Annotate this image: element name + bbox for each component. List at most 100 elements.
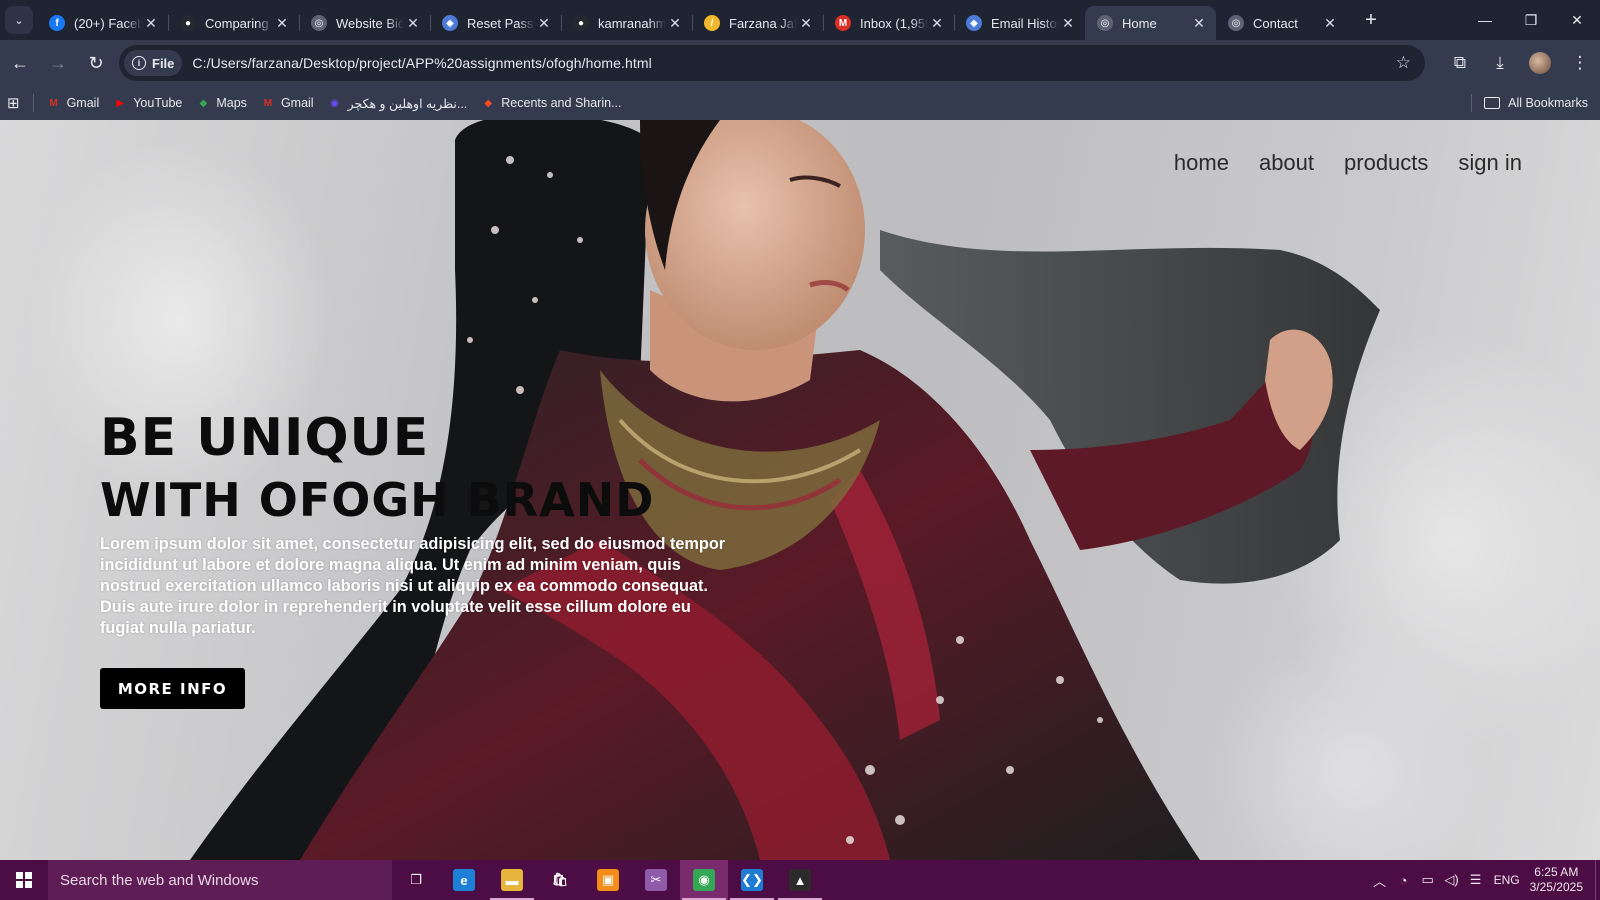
nav-sign-in-link[interactable]: sign in [1458, 150, 1522, 176]
tab-strip: ⌄ f(20+) Facebook✕●Comparing✕◎Website Bi… [0, 0, 1600, 40]
bookmark-label: نظریه اوهلین و هکچر... [347, 96, 468, 111]
restore-button[interactable]: ❐ [1508, 0, 1554, 40]
browser-tab[interactable]: M Inbox (1,959)✕ [823, 6, 954, 40]
download-icon[interactable]: ⤓ [1480, 45, 1520, 81]
forward-arrow-icon: → [49, 52, 67, 73]
language-indicator[interactable]: ENG [1494, 873, 1520, 887]
tab-title: Inbox (1,959) [860, 15, 928, 31]
close-window-button[interactable]: ✕ [1554, 0, 1600, 40]
folder-icon: ▬ [501, 869, 523, 891]
apps-grid-button[interactable]: ⊞ [0, 89, 27, 117]
github-icon: ● [573, 15, 589, 31]
clock[interactable]: 6:25 AM 3/25/2025 [1530, 865, 1583, 895]
nav-products-link[interactable]: products [1344, 150, 1428, 176]
chevron-up-icon[interactable]: ︿ [1368, 871, 1392, 890]
menu-kebab-icon[interactable]: ⋮ [1560, 45, 1600, 81]
bookmark-item[interactable]: M Gmail [254, 89, 321, 117]
battery-icon[interactable]: ▭ [1416, 872, 1440, 888]
notifications-icon[interactable]: ☰ [1464, 872, 1488, 888]
browser-tab[interactable]: ● kamranahmad✕ [561, 6, 692, 40]
browser-tab[interactable]: ◎ Contact ✕ [1216, 6, 1347, 40]
info-icon: i [132, 56, 146, 70]
window-controls: — ❐ ✕ [1462, 0, 1600, 40]
back-button[interactable]: ← [2, 45, 38, 81]
all-bookmarks-label: All Bookmarks [1508, 96, 1588, 110]
taskbar-app-store[interactable]: 🛍 [536, 860, 584, 900]
address-bar[interactable]: i File C:/Users/farzana/Desktop/project/… [119, 45, 1425, 81]
close-icon[interactable]: ✕ [535, 15, 553, 32]
all-bookmarks-button[interactable]: All Bookmarks [1471, 94, 1588, 112]
volume-icon[interactable]: ◁) [1440, 872, 1464, 888]
bookmark-item[interactable]: M Gmail [40, 89, 107, 117]
close-icon[interactable]: ✕ [797, 15, 815, 32]
edge-icon: e [453, 869, 475, 891]
taskbar-app-file-explorer[interactable]: ▬ [488, 860, 536, 900]
new-tab-button[interactable]: + [1357, 6, 1385, 34]
nav-about-link[interactable]: about [1259, 150, 1314, 176]
close-icon[interactable]: ✕ [404, 15, 422, 32]
store-icon: 🛍 [549, 869, 571, 891]
browser-tab[interactable]: / Farzana Jafari✕ [692, 6, 823, 40]
show-desktop-button[interactable] [1595, 860, 1600, 900]
youtube-icon: ▶ [116, 97, 125, 109]
gmail-icon: M [263, 97, 273, 109]
taskbar-search-box[interactable]: Search the web and Windows [48, 860, 392, 900]
maps-icon: ◆ [199, 97, 208, 109]
close-icon[interactable]: ✕ [928, 15, 946, 32]
browser-tab[interactable]: ◎ Home ✕ [1085, 6, 1216, 40]
vscode-icon: ❮❯ [741, 869, 763, 891]
chevron-down-icon: ⌄ [14, 14, 24, 27]
bookmarks-divider [32, 94, 34, 112]
browser-tab[interactable]: ◆ Reset Password✕ [430, 6, 561, 40]
bookmark-item[interactable]: ▶ YouTube [106, 89, 189, 117]
forward-button[interactable]: → [40, 45, 76, 81]
page-viewport: home about products sign in BE UNIQUE WI… [0, 120, 1600, 860]
taskbar-app-vscode[interactable]: ❮❯ [728, 860, 776, 900]
profile-button[interactable] [1520, 45, 1560, 81]
bookmark-item[interactable]: ◉ نظریه اوهلین و هکچر... [321, 89, 475, 117]
bookmark-label: Gmail [280, 96, 314, 110]
taskbar-app-task-view[interactable]: ❐ [392, 860, 440, 900]
orange-app-icon: ▣ [597, 869, 619, 891]
bookmark-item[interactable]: ◆ Maps [189, 89, 254, 117]
more-info-button[interactable]: MORE INFO [100, 668, 245, 709]
folder-icon [1484, 97, 1501, 109]
taskbar-app-snipping[interactable]: ✂ [632, 860, 680, 900]
browser-tab[interactable]: f (20+) Facebook✕ [37, 6, 168, 40]
toolbar-actions: ⧉ ⤓ ⋮ [1440, 40, 1600, 86]
tab-search-button[interactable]: ⌄ [5, 6, 33, 34]
bookmark-item[interactable]: ◆ Recents and Sharin... [474, 89, 628, 117]
taskbar-app-edge[interactable]: e [440, 860, 488, 900]
bookmark-star-icon[interactable]: ☆ [1396, 53, 1411, 73]
extensions-icon[interactable]: ⧉ [1440, 45, 1480, 81]
tab-title: Reset Password [467, 15, 535, 31]
close-icon[interactable]: ✕ [273, 15, 291, 32]
wifi-icon[interactable]: ◔ [1392, 873, 1416, 888]
close-icon[interactable]: ✕ [142, 15, 160, 32]
close-icon[interactable]: ✕ [1059, 15, 1077, 32]
apps-grid-icon: ⊞ [7, 95, 20, 112]
site-info-chip[interactable]: i File [124, 50, 183, 76]
close-icon[interactable]: ✕ [1321, 15, 1339, 32]
minimize-button[interactable]: — [1462, 0, 1508, 40]
facebook-icon: f [49, 15, 65, 31]
bookmark-label: Maps [216, 96, 247, 110]
start-button[interactable] [0, 860, 48, 900]
browser-tab[interactable]: ◆ Email History✕ [954, 6, 1085, 40]
tab-title: Home [1122, 15, 1157, 31]
url-text[interactable]: C:/Users/farzana/Desktop/project/APP%20a… [192, 55, 651, 71]
taskbar-app-app-orange[interactable]: ▣ [584, 860, 632, 900]
reload-button[interactable]: ↻ [78, 45, 114, 81]
clock-date: 3/25/2025 [1529, 880, 1583, 894]
hero-subtitle: WITH OFOGH BRAND [100, 473, 655, 527]
taskbar-app-photos[interactable]: ▲ [776, 860, 824, 900]
notion-icon: / [704, 15, 720, 31]
taskbar-app-chrome[interactable]: ◉ [680, 860, 728, 900]
close-icon[interactable]: ✕ [1190, 15, 1208, 32]
browser-tab[interactable]: ◎ Website Bio ✕ [299, 6, 430, 40]
browser-tab[interactable]: ● Comparing ✕ [168, 6, 299, 40]
close-icon[interactable]: ✕ [666, 15, 684, 32]
taskbar: Search the web and Windows ❐ e ▬ 🛍 ▣ ✂ ◉ ❮❯ ▲ ︿ … [0, 860, 1600, 900]
nav-home-link[interactable]: home [1174, 150, 1229, 176]
bookmark-shield-icon: ◉ [330, 97, 339, 109]
